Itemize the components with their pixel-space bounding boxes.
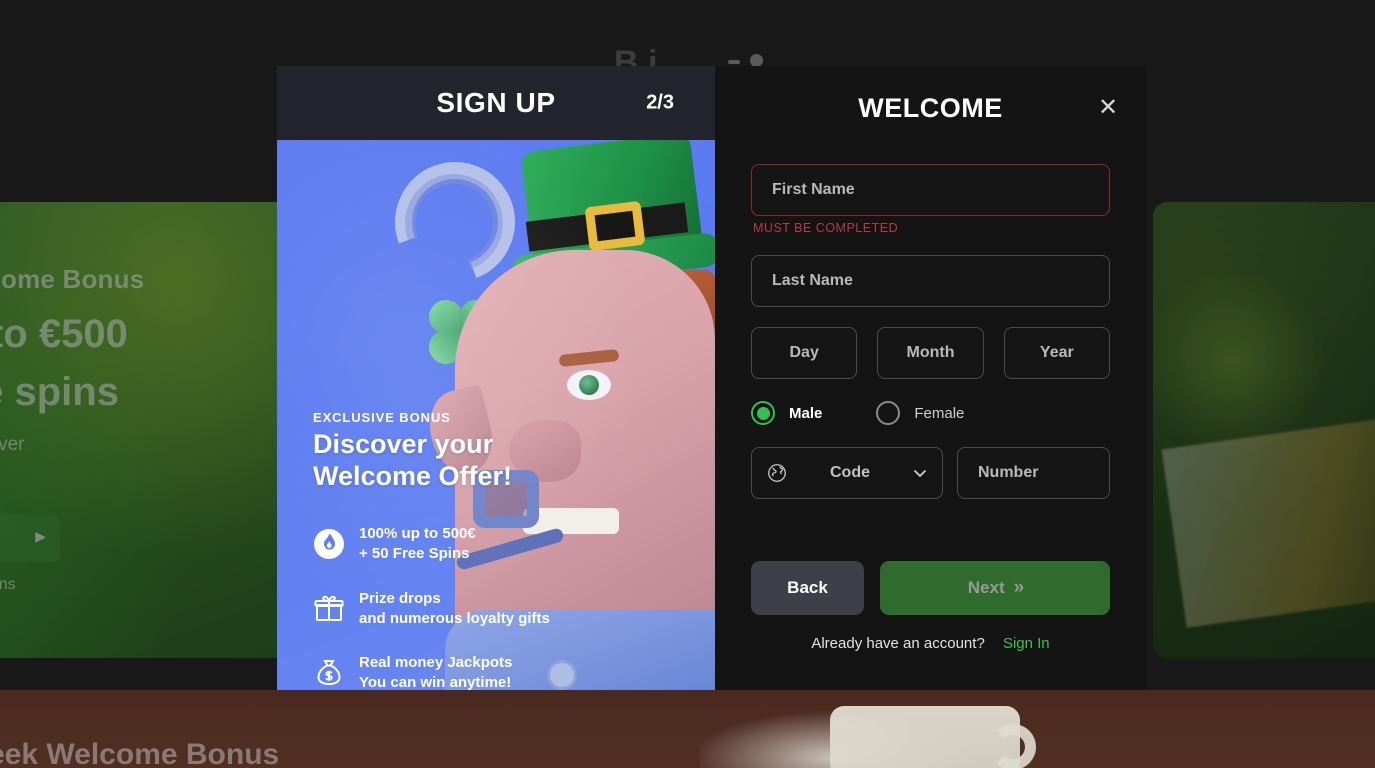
gender-label-female: Female (914, 404, 965, 422)
background-banner-subtitle: Welcome Bonus (0, 264, 145, 294)
gender-radio-male[interactable] (751, 401, 775, 425)
promo-benefit-line1: 100% up to 500€ (359, 525, 476, 542)
first-name-placeholder: First Name (772, 181, 855, 198)
promo-benefit-line1: Prize drops (359, 589, 441, 607)
signup-title: SIGN UP (436, 87, 556, 118)
dob-day-input[interactable]: Day (751, 327, 858, 379)
promo-header: SIGN UP 2/3 (277, 66, 715, 140)
signup-form-panel: ✕ WELCOME First Name MUST BE COMPLETED L… (715, 66, 1146, 690)
promo-benefit-line2: and numerous loyalty gifts (359, 609, 550, 627)
signup-modal: SIGN UP 2/3 EXCLUSIVE BONUS Discover you… (277, 66, 1146, 690)
promo-heading-line2: Welcome Offer! (313, 460, 513, 491)
dob-year-placeholder: Year (1039, 344, 1074, 361)
form-actions: Back Next » (751, 561, 1110, 615)
last-name-input[interactable]: Last Name (751, 255, 1110, 307)
background-mug-handle-icon (990, 724, 1036, 768)
hat-buckle-illustration (584, 200, 646, 252)
promo-benefit-item: Real money Jackpots You can win anytime! (313, 653, 683, 690)
gender-radio-female[interactable] (876, 401, 901, 425)
background-banner-bottom: eek Welcome Bonus (0, 690, 1375, 768)
promo-benefit-text: Prize drops and numerous loyalty gifts (359, 589, 550, 630)
promo-artwork: EXCLUSIVE BONUS Discover your Welcome Of… (277, 140, 715, 690)
step-indicator: 2/3 (646, 91, 674, 114)
signin-question: Already have an account? (811, 635, 985, 652)
date-of-birth-row: Day Month Year (751, 327, 1110, 379)
background-bottom-title: eek Welcome Bonus (0, 738, 280, 768)
phone-number-placeholder: Number (978, 464, 1039, 481)
phone-row: Code Number (751, 447, 1110, 499)
leprechaun-eye-illustration (567, 370, 611, 400)
first-name-error: MUST BE COMPLETED (753, 221, 899, 235)
form-title: WELCOME (858, 93, 1003, 123)
sign-in-link[interactable]: Sign In (1003, 635, 1050, 652)
background-banner-button (0, 514, 60, 562)
back-button[interactable]: Back (751, 561, 864, 615)
background-banner-line2: free spins (0, 370, 119, 414)
promo-heading-line1: Discover your (313, 429, 494, 459)
flame-icon (313, 528, 345, 560)
promo-benefit-item: Prize drops and numerous loyalty gifts (313, 589, 683, 630)
chevron-down-icon (912, 465, 928, 481)
background-banner-line1: up to €500 (0, 312, 128, 356)
last-name-placeholder: Last Name (772, 272, 853, 289)
gift-icon (313, 593, 345, 625)
dob-day-placeholder: Day (789, 344, 819, 361)
promo-benefit-list: 100% up to 500€ + 50 Free Spins Prize dr… (313, 524, 683, 690)
promo-copy: EXCLUSIVE BONUS Discover your Welcome Of… (313, 410, 633, 492)
promo-benefit-line2: You can win anytime! (359, 674, 512, 690)
promo-benefit-line2: + 50 Free Spins (359, 545, 470, 563)
background-banner-green: Welcome Bonus up to €500 free spins cal … (0, 202, 300, 658)
money-bag-icon (313, 657, 345, 689)
horseshoe-inner-illustration (389, 158, 519, 288)
promo-panel: SIGN UP 2/3 EXCLUSIVE BONUS Discover you… (277, 66, 715, 690)
gender-label-male: Male (789, 404, 823, 422)
globe-icon (766, 462, 788, 484)
background-banner-terms: Conditions (0, 576, 16, 593)
background-banner-right (1153, 202, 1375, 658)
next-button[interactable]: Next » (880, 561, 1110, 615)
promo-eyebrow: EXCLUSIVE BONUS (313, 410, 451, 425)
next-button-label: Next (967, 578, 1005, 597)
background-dim-overlay-right (1153, 202, 1375, 658)
promo-benefit-line1: Real money Jackpots (359, 654, 513, 671)
gender-row: Male Female (751, 401, 1110, 425)
promo-benefit-item: 100% up to 500€ + 50 Free Spins (313, 524, 683, 565)
phone-code-select[interactable]: Code (751, 447, 943, 499)
signin-row: Already have an account? Sign In (751, 635, 1110, 652)
phone-code-placeholder: Code (830, 464, 870, 481)
dob-month-input[interactable]: Month (877, 327, 984, 379)
page-root: B i Welcome Bonus up to €500 free spins … (0, 0, 1375, 768)
background-banner-game: cal Clover (0, 434, 25, 455)
dob-year-input[interactable]: Year (1003, 327, 1110, 379)
close-icon[interactable]: ✕ (1093, 93, 1123, 123)
promo-benefit-text: 100% up to 500€ + 50 Free Spins (359, 524, 476, 565)
first-name-input[interactable]: First Name (751, 164, 1110, 216)
promo-benefit-text: Real money Jackpots You can win anytime! (359, 653, 512, 690)
double-chevron-right-icon: » (1013, 577, 1024, 598)
phone-number-input[interactable]: Number (957, 447, 1110, 499)
dob-month-placeholder: Month (906, 344, 955, 361)
